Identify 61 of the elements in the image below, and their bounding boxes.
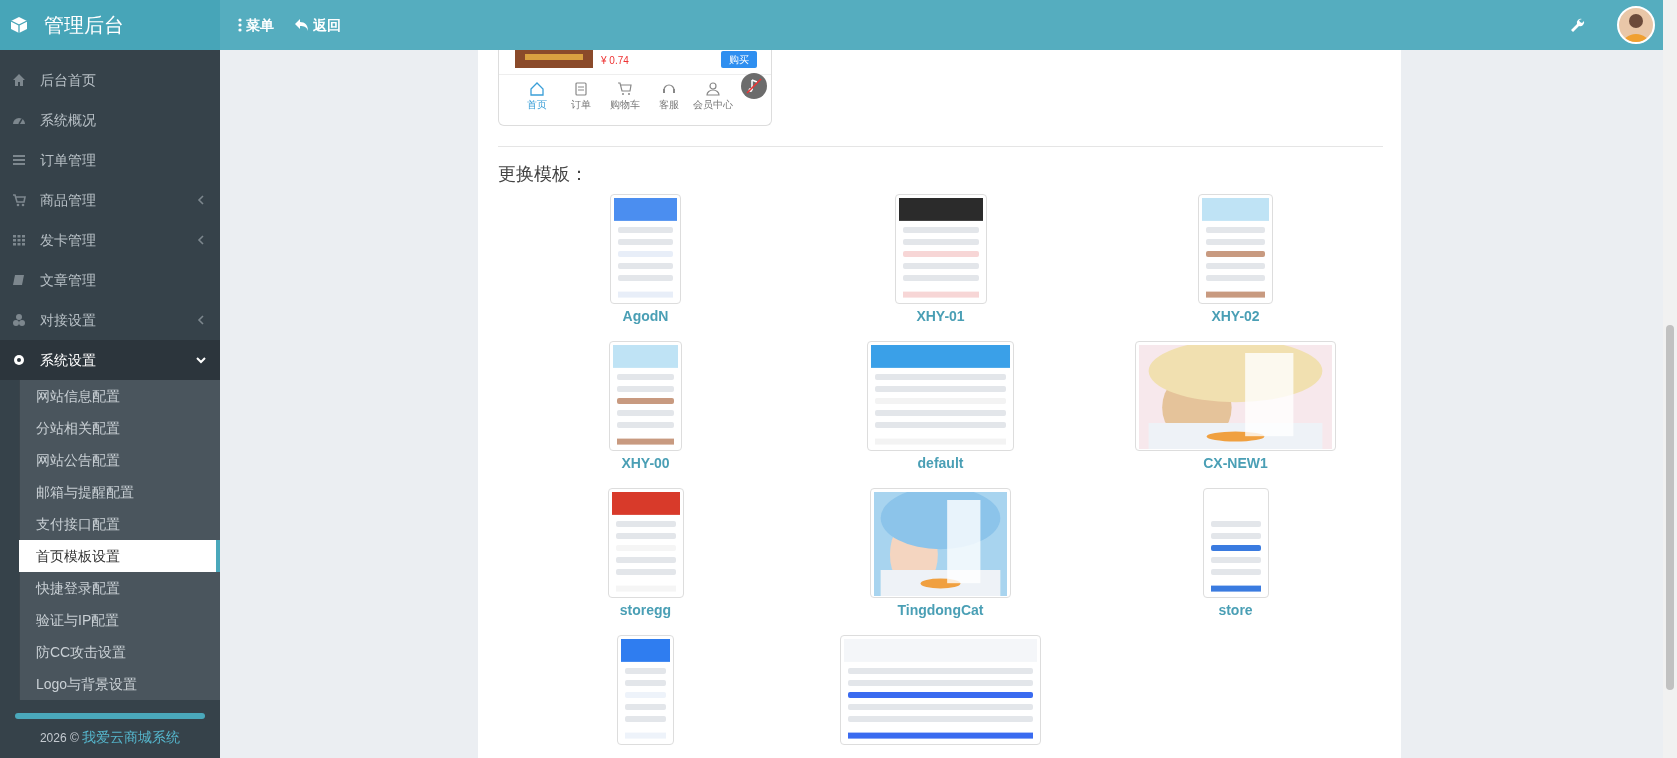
menu-icon: [238, 18, 242, 32]
tab-button[interactable]: 购物车: [603, 81, 647, 112]
submenu-item[interactable]: 邮箱与提醒配置: [19, 476, 220, 508]
template-name[interactable]: XHY-00: [621, 453, 670, 474]
buy-button[interactable]: 购买: [721, 51, 757, 68]
copyright-text: 2026 ©: [39, 731, 80, 745]
clipboard-icon: [573, 81, 589, 97]
submenu-item[interactable]: Logo与背景设置: [19, 668, 220, 700]
template-name[interactable]: store: [1218, 600, 1253, 621]
sidebar-item[interactable]: 文章管理: [0, 260, 220, 300]
section-heading: 更换模板：: [498, 163, 589, 186]
template-name[interactable]: CX-NEW1: [1203, 453, 1268, 474]
sidebar-item[interactable]: 发卡管理: [0, 220, 220, 260]
cart-icon: [12, 193, 26, 207]
template-name[interactable]: default: [917, 453, 964, 474]
toolbar-button[interactable]: 菜单: [232, 14, 280, 36]
submenu-item[interactable]: 支付接口配置: [19, 508, 220, 540]
submenu-item[interactable]: 网站信息配置: [19, 380, 220, 412]
chevron-down-icon: [196, 355, 206, 365]
submenu-item[interactable]: 首页模板设置: [19, 540, 220, 572]
avatar[interactable]: [1617, 6, 1655, 44]
submenu-item[interactable]: 分站相关配置: [19, 412, 220, 444]
footer-link[interactable]: 我爱云商城系统: [82, 729, 181, 745]
house-icon: [529, 81, 545, 97]
sidebar-item[interactable]: 订单管理: [0, 140, 220, 180]
submenu-item[interactable]: 防CC攻击设置: [19, 636, 220, 668]
template-name[interactable]: storegg: [619, 600, 672, 621]
brand-title: 管理后台: [44, 13, 124, 38]
wrench-icon[interactable]: [1569, 17, 1585, 33]
sidebar-item[interactable]: 系统概况: [0, 100, 220, 140]
home-icon: [12, 73, 26, 87]
chevron-left-icon: [196, 195, 206, 205]
price-text: ¥ 0.74: [601, 54, 629, 68]
cart-icon: [617, 81, 633, 97]
sidebar-item[interactable]: 对接设置: [0, 300, 220, 340]
submenu-item[interactable]: 验证与IP配置: [19, 604, 220, 636]
music-off-icon[interactable]: [741, 73, 767, 99]
sidebar-item[interactable]: 系统设置: [0, 340, 220, 380]
gear-icon: [12, 353, 26, 367]
template-name[interactable]: AgodN: [622, 306, 669, 327]
submenu-item[interactable]: 网站公告配置: [19, 444, 220, 476]
template-name[interactable]: XHY-02: [1211, 306, 1260, 327]
template-name[interactable]: XHY-01: [916, 306, 965, 327]
template-name[interactable]: TingdongCat: [897, 600, 984, 621]
scroll-thumb[interactable]: [1666, 325, 1674, 690]
toolbar-button[interactable]: 返回: [288, 14, 347, 36]
grid-icon: [12, 233, 26, 247]
tab-button[interactable]: 会员中心: [691, 81, 735, 112]
cube-icon: [10, 16, 28, 34]
tab-button[interactable]: 订单: [559, 81, 603, 112]
tab-button[interactable]: 客服: [647, 81, 691, 112]
list-icon: [12, 153, 26, 167]
sidebar-item[interactable]: 后台首页: [0, 60, 220, 100]
submenu-item[interactable]: 快捷登录配置: [19, 572, 220, 604]
sidebar-item[interactable]: 商品管理: [0, 180, 220, 220]
book-icon: [12, 273, 26, 287]
person-icon: [705, 81, 721, 97]
chevron-left-icon: [196, 315, 206, 325]
chevron-left-icon: [196, 235, 206, 245]
tab-button[interactable]: 首页: [515, 81, 559, 112]
reply-arrow-icon: [294, 18, 309, 32]
